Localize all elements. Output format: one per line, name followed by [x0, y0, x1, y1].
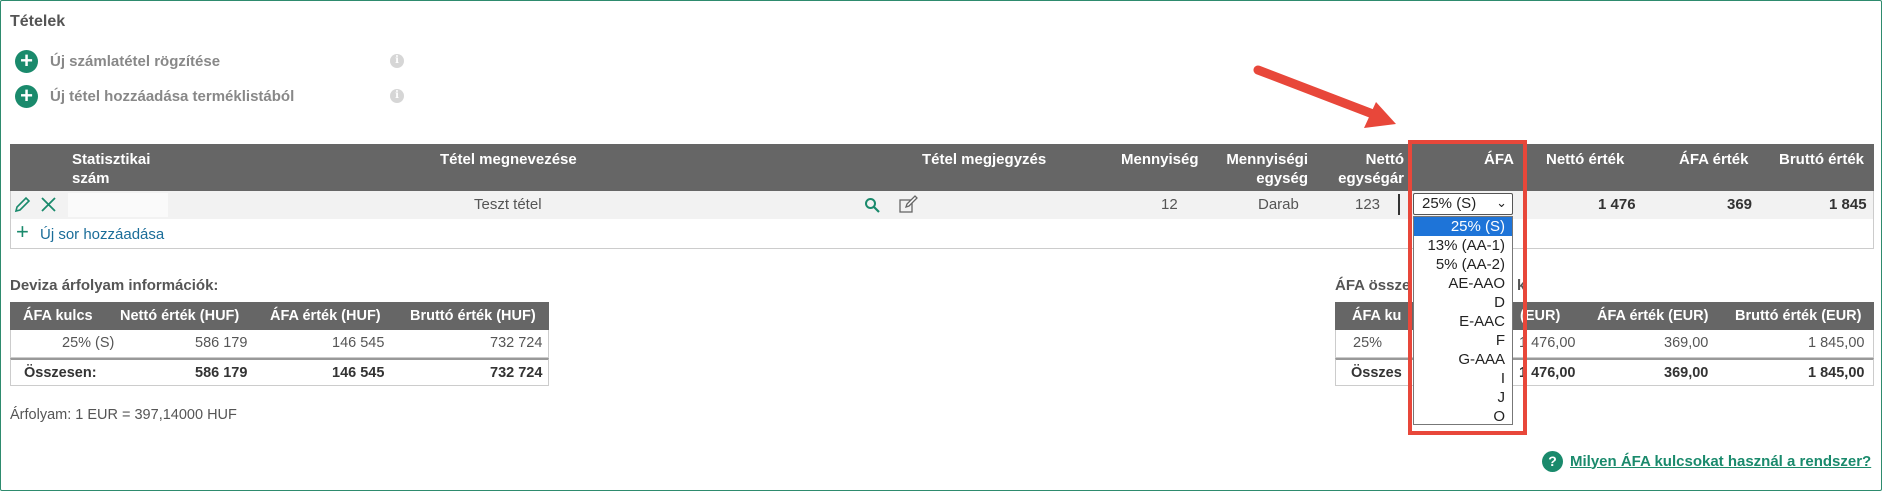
info-icon[interactable]: i: [390, 89, 404, 103]
total-net-eur: 1 476,00: [1519, 365, 1576, 381]
col-quantity: Mennyiség: [1121, 151, 1199, 168]
total-label: Összes: [1351, 365, 1402, 381]
total-net-huf: 586 179: [195, 365, 248, 381]
items-table-header: Statisztikai szám Tétel megnevezése Téte…: [10, 144, 1874, 191]
cell-gross-huf: 732 724: [490, 335, 543, 351]
add-row-label[interactable]: Új sor hozzáadása: [40, 226, 164, 243]
highlight-box: [1408, 140, 1527, 435]
vat-help-link[interactable]: ? Milyen ÁFA kulcsokat használ a rendsze…: [1542, 450, 1871, 472]
plus-circle-icon[interactable]: +: [15, 49, 38, 73]
total-vat-eur: 369,00: [1664, 365, 1709, 381]
table-row: Teszt tétel 12 Darab 123 1 476 369 1 845: [10, 191, 1874, 219]
add-from-product-list-action[interactable]: + Új tétel hozzáadása terméklistából: [15, 84, 294, 108]
header-vat-rate: ÁFA ku: [1352, 308, 1402, 324]
currency-info-title: Deviza árfolyam információk:: [10, 277, 219, 294]
net-value: 1 476: [1598, 196, 1636, 213]
question-icon[interactable]: ?: [1542, 450, 1563, 472]
exchange-rate: Árfolyam: 1 EUR = 397,14000 HUF: [10, 407, 237, 423]
search-icon[interactable]: [864, 197, 880, 213]
header-vat-rate: ÁFA kulcs: [23, 308, 93, 324]
unit-value[interactable]: Darab: [1258, 196, 1299, 213]
header-vat-huf: ÁFA érték (HUF): [270, 308, 381, 324]
cell-vat-rate: 25% (S): [62, 335, 115, 351]
col-item-name: Tétel megnevezése: [440, 151, 577, 168]
highlight-arrow: [1253, 65, 1396, 128]
pencil-icon[interactable]: [14, 196, 31, 213]
info-icon[interactable]: i: [390, 54, 404, 68]
col-net-unit-price: Nettó egységár: [1338, 151, 1404, 187]
cell-net-huf: 586 179: [195, 335, 248, 351]
item-name-value[interactable]: Teszt tétel: [474, 196, 542, 213]
cell-net-eur: 1 476,00: [1519, 335, 1576, 351]
plus-icon[interactable]: +: [16, 219, 29, 245]
cell-vat-eur: 369,00: [1664, 335, 1709, 351]
plus-circle-icon[interactable]: +: [15, 84, 38, 108]
close-icon[interactable]: [40, 196, 57, 213]
unit-price-value[interactable]: 123: [1355, 196, 1380, 213]
section-title: Tételek: [10, 13, 66, 30]
currency-table-header: ÁFA kulcs Nettó érték (HUF) ÁFA érték (H…: [10, 302, 549, 330]
header-net-huf: Nettó érték (HUF): [120, 308, 240, 324]
add-row[interactable]: + Új sor hozzáadása: [10, 219, 1874, 249]
note-edit-icon[interactable]: [898, 194, 919, 214]
col-item-note: Tétel megjegyzés: [922, 151, 1047, 168]
col-gross-value: Bruttó érték: [1779, 151, 1865, 168]
cell-vat-rate: 25%: [1353, 335, 1383, 351]
col-unit: Mennyiségi egység: [1226, 151, 1308, 187]
vat-value: 369: [1727, 196, 1753, 213]
total-gross-huf: 732 724: [490, 365, 543, 381]
vat-help-label[interactable]: Milyen ÁFA kulcsokat használ a rendszer?: [1570, 453, 1871, 470]
col-net-value: Nettó érték: [1546, 151, 1625, 168]
add-from-product-list-label[interactable]: Új tétel hozzáadása terméklistából: [50, 88, 294, 105]
stat-number-field[interactable]: [68, 193, 168, 217]
total-label: Összesen:: [24, 365, 97, 381]
items-panel: Tételek + Új számlatétel rögzítése i + Ú…: [0, 0, 1882, 491]
cell-vat-huf: 146 545: [332, 335, 385, 351]
table-row: 25% (S) 586 179 146 545 732 724: [10, 330, 549, 358]
cell-gross-eur: 1 845,00: [1808, 335, 1865, 351]
quantity-value[interactable]: 12: [1161, 196, 1178, 213]
new-invoice-item-action[interactable]: + Új számlatétel rögzítése: [15, 49, 220, 73]
col-vat-value: ÁFA érték: [1679, 151, 1749, 168]
col-stat-number: Statisztikai szám: [72, 151, 151, 187]
total-vat-huf: 146 545: [332, 365, 385, 381]
header-gross-huf: Bruttó érték (HUF): [410, 308, 536, 324]
gross-value: 1 845: [1829, 196, 1867, 213]
total-gross-eur: 1 845,00: [1808, 365, 1865, 381]
header-vat-eur: ÁFA érték (EUR): [1597, 308, 1709, 324]
text-caret: [1398, 194, 1400, 215]
vat-summary-title: ÁFA össze: [1335, 277, 1411, 294]
header-gross-eur: Bruttó érték (EUR): [1735, 308, 1862, 324]
total-row: Összesen: 586 179 146 545 732 724: [10, 358, 549, 386]
new-invoice-item-label[interactable]: Új számlatétel rögzítése: [50, 53, 220, 70]
